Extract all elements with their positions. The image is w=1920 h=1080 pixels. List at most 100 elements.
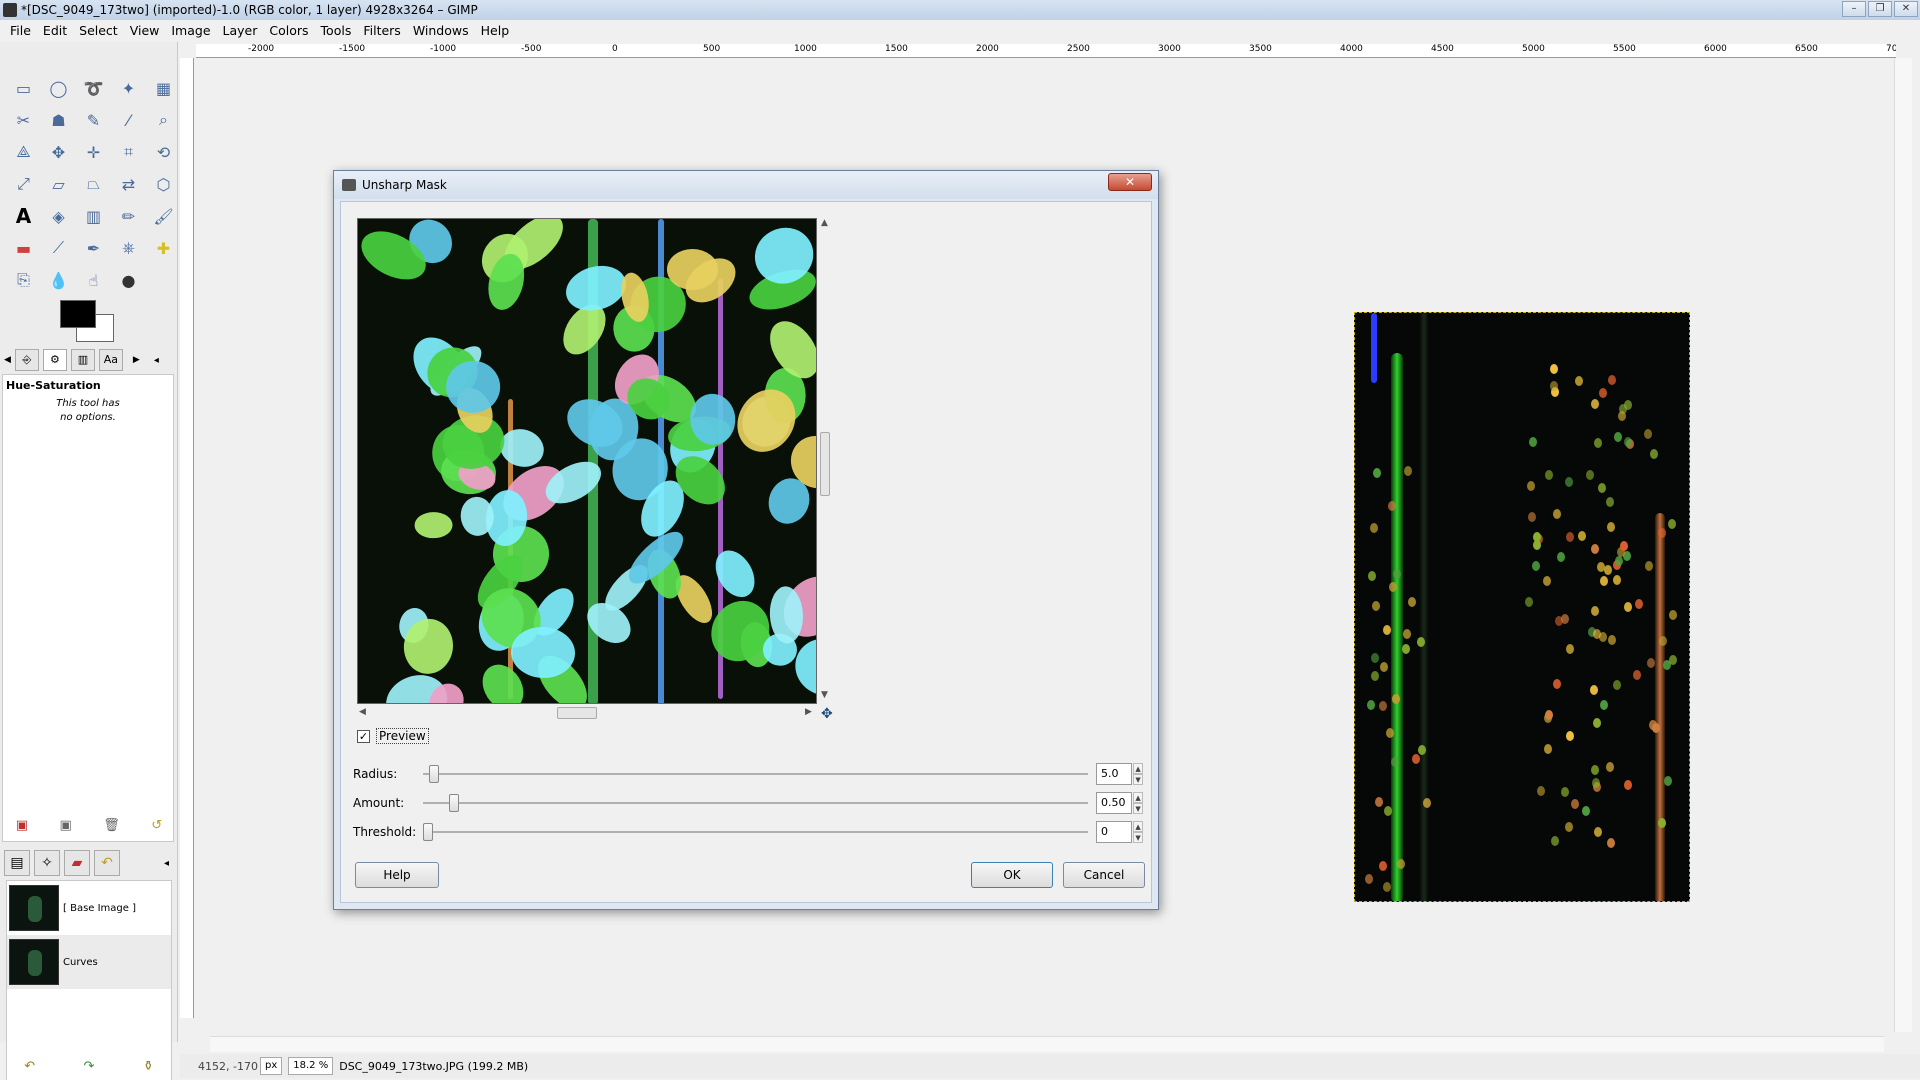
ellipse-select-tool-icon[interactable]: ◯	[41, 72, 76, 104]
menu-select[interactable]: Select	[73, 20, 124, 42]
tab-device-status[interactable]: ⎆	[14, 349, 39, 371]
fuzzy-select-tool-icon[interactable]: ✦	[111, 72, 146, 104]
preview-horizontal-scrollbar[interactable]: ◀ ▶	[357, 706, 817, 720]
tabs-menu-icon[interactable]: ◂	[154, 355, 159, 366]
free-select-tool-icon[interactable]: ➰	[76, 72, 111, 104]
text-tool-icon[interactable]: A	[6, 200, 41, 232]
airbrush-tool-icon[interactable]: ⟋	[41, 232, 76, 264]
menu-tools[interactable]: Tools	[315, 20, 358, 42]
amount-slider-thumb[interactable]	[449, 794, 460, 812]
menu-layer[interactable]: Layer	[217, 20, 264, 42]
pencil-tool-icon[interactable]: ✏	[111, 200, 146, 232]
zoom-selector[interactable]: 18.2 %	[288, 1057, 334, 1075]
color-picker-tool-icon[interactable]: ⁄	[111, 104, 146, 136]
tabs-left-arrow-icon[interactable]: ◀	[4, 355, 11, 365]
menu-file[interactable]: File	[4, 20, 37, 42]
radius-slider-thumb[interactable]	[429, 765, 440, 783]
layer-row[interactable]: [ Base Image ]	[7, 881, 171, 935]
rotate-tool-icon[interactable]: ⟲	[146, 136, 181, 168]
preview-checkbox-row[interactable]: ✓ Preview	[357, 728, 429, 744]
scroll-up-arrow-icon[interactable]: ▲	[821, 218, 828, 228]
rect-select-tool-icon[interactable]: ▭	[6, 72, 41, 104]
perspective-tool-icon[interactable]: ⏢	[76, 168, 111, 200]
preview-image[interactable]	[357, 218, 817, 704]
eraser-tool-icon[interactable]: ▬	[6, 232, 41, 264]
tab-fonts[interactable]: Aa	[98, 349, 123, 371]
restore-options-icon[interactable]: ▣	[60, 818, 72, 833]
scissors-tool-icon[interactable]: ✂	[6, 104, 41, 136]
layer-row[interactable]: Curves	[7, 935, 171, 989]
preview-label[interactable]: Preview	[376, 728, 429, 744]
ok-button[interactable]: OK	[971, 862, 1053, 888]
flip-tool-icon[interactable]: ⇄	[111, 168, 146, 200]
tab-gradients[interactable]: ▥	[70, 349, 95, 371]
unit-selector[interactable]: px	[260, 1057, 283, 1075]
horizontal-scrollbar[interactable]	[210, 1036, 1884, 1052]
vertical-scrollbar[interactable]	[1894, 58, 1912, 1032]
close-window-button[interactable]: ✕	[1894, 1, 1918, 17]
preview-vertical-scrollbar[interactable]: ▲ ▼	[819, 218, 831, 704]
scroll-down-arrow-icon[interactable]: ▼	[821, 690, 828, 700]
cage-transform-tool-icon[interactable]: ⬡	[146, 168, 181, 200]
menu-windows[interactable]: Windows	[407, 20, 475, 42]
paths-tool-icon[interactable]: ✎	[76, 104, 111, 136]
perspective-clone-tool-icon[interactable]: ⎘	[6, 264, 41, 296]
shear-tool-icon[interactable]: ▱	[41, 168, 76, 200]
dodge-burn-tool-icon[interactable]: ●	[111, 264, 146, 296]
preview-vscroll-thumb[interactable]	[820, 432, 830, 496]
blend-tool-icon[interactable]: ▥	[76, 200, 111, 232]
clone-tool-icon[interactable]: ⎈	[111, 232, 146, 264]
menu-view[interactable]: View	[124, 20, 166, 42]
threshold-slider[interactable]	[422, 823, 1089, 841]
tab-tool-options[interactable]: ⚙	[42, 349, 67, 371]
radius-spin-arrows[interactable]: ▲ ▼	[1133, 763, 1143, 785]
dialog-close-button[interactable]: ✕	[1108, 173, 1152, 191]
scale-tool-icon[interactable]: ⤢	[6, 168, 41, 200]
amount-spinbox[interactable]: 0.50	[1096, 792, 1133, 814]
radius-spinbox[interactable]: 5.0	[1096, 763, 1133, 785]
clear-history-icon[interactable]: ⚱	[143, 1059, 154, 1074]
tabs-right-arrow-icon[interactable]: ▶	[133, 355, 140, 365]
paintbrush-tool-icon[interactable]: 🖌	[146, 200, 181, 232]
layers-menu-icon[interactable]: ◂	[164, 858, 169, 869]
bucket-fill-tool-icon[interactable]: ◈	[41, 200, 76, 232]
select-by-color-tool-icon[interactable]: ▦	[146, 72, 181, 104]
image-canvas[interactable]	[1354, 312, 1690, 902]
zoom-tool-icon[interactable]: ⌕	[146, 104, 181, 136]
save-options-icon[interactable]: ▣	[16, 818, 28, 833]
undo-icon[interactable]: ↶	[24, 1059, 35, 1074]
move-tool-icon[interactable]: ✥	[41, 136, 76, 168]
fg-bg-color-selector[interactable]	[60, 300, 116, 344]
amount-spin-arrows[interactable]: ▲ ▼	[1133, 792, 1143, 814]
tab-undo-history[interactable]: ↶	[94, 850, 120, 876]
foreground-select-tool-icon[interactable]: ☗	[41, 104, 76, 136]
menu-help[interactable]: Help	[475, 20, 516, 42]
maximize-button[interactable]: ❐	[1868, 1, 1892, 17]
scroll-left-arrow-icon[interactable]: ◀	[359, 707, 366, 717]
smudge-tool-icon[interactable]: ☝	[76, 264, 111, 296]
crop-tool-icon[interactable]: ⌗	[111, 136, 146, 168]
help-button[interactable]: Help	[355, 862, 439, 888]
minimize-button[interactable]: –	[1842, 1, 1866, 17]
amount-slider[interactable]	[422, 794, 1089, 812]
menu-image[interactable]: Image	[165, 20, 216, 42]
menu-edit[interactable]: Edit	[37, 20, 73, 42]
preview-hscroll-thumb[interactable]	[557, 707, 597, 719]
threshold-slider-thumb[interactable]	[422, 823, 433, 841]
tab-paths[interactable]: ✧	[34, 850, 60, 876]
heal-tool-icon[interactable]: ✚	[146, 232, 181, 264]
preview-checkbox[interactable]: ✓	[357, 729, 370, 743]
measure-tool-icon[interactable]: ⟁	[6, 136, 41, 168]
navigate-move-icon[interactable]: ✥	[821, 706, 833, 722]
delete-options-icon[interactable]: 🗑	[103, 818, 120, 833]
scroll-right-arrow-icon[interactable]: ▶	[805, 707, 812, 717]
blur-sharpen-tool-icon[interactable]: 💧	[41, 264, 76, 296]
menu-colors[interactable]: Colors	[263, 20, 314, 42]
tab-layers[interactable]: ▤	[4, 850, 30, 876]
tab-channels[interactable]: ▰	[64, 850, 90, 876]
threshold-spin-arrows[interactable]: ▲ ▼	[1133, 821, 1143, 843]
menu-filters[interactable]: Filters	[357, 20, 406, 42]
reset-options-icon[interactable]: ↺	[151, 818, 162, 833]
cancel-button[interactable]: Cancel	[1063, 862, 1145, 888]
ink-tool-icon[interactable]: ✒	[76, 232, 111, 264]
